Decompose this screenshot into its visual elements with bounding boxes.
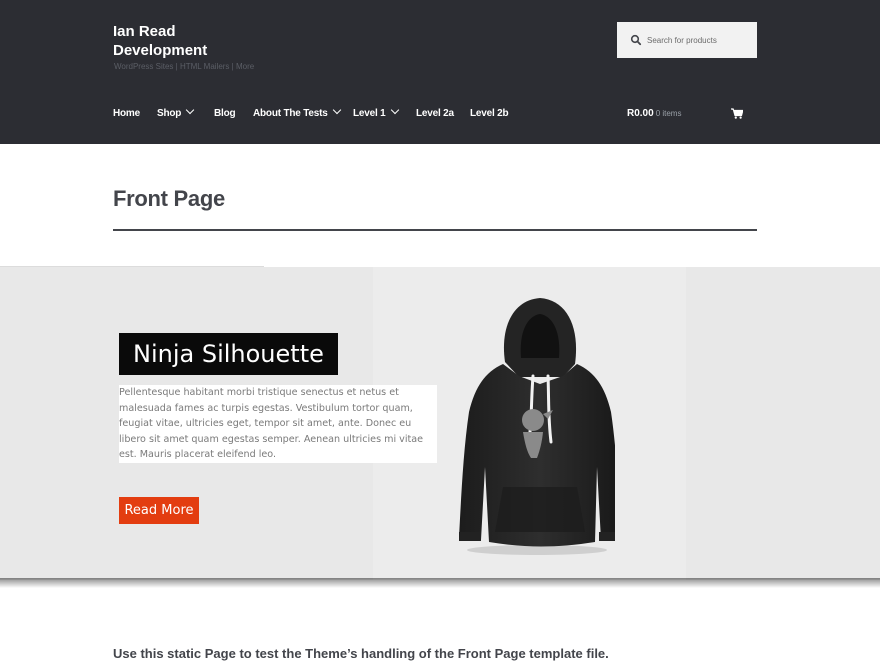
chevron-down-icon xyxy=(390,105,399,115)
cart-icon[interactable] xyxy=(731,108,743,119)
nav-item-level-2b[interactable]: Level 2b xyxy=(470,107,509,121)
search-icon xyxy=(630,34,642,46)
site-header: Ian Read Development WordPress Sites | H… xyxy=(0,0,880,144)
cart-count: 0 items xyxy=(655,109,682,118)
cart-amount: R0.00 xyxy=(627,108,654,119)
read-more-button[interactable]: Read More xyxy=(119,497,199,524)
nav-item-level-2a[interactable]: Level 2a xyxy=(416,107,454,121)
hoodie-image[interactable] xyxy=(445,292,615,557)
nav-item-label: Level 2b xyxy=(470,108,509,119)
nav-item-level-1[interactable]: Level 1 xyxy=(353,105,399,121)
nav-item-label: Level 1 xyxy=(353,108,386,119)
page-title: Front Page xyxy=(113,186,225,211)
nav-item-label: Blog xyxy=(214,108,236,119)
nav-item-label: Shop xyxy=(157,108,182,119)
site-title[interactable]: Ian Read Development xyxy=(113,22,223,60)
nav-item-home[interactable]: Home xyxy=(113,107,140,121)
nav-item-shop[interactable]: Shop xyxy=(157,105,195,121)
title-divider xyxy=(113,229,757,231)
search-input[interactable] xyxy=(645,22,755,58)
intro-text: Use this static Page to test the Theme’s… xyxy=(113,646,609,661)
hero-heading: Ninja Silhouette xyxy=(119,333,338,375)
nav-item-label: Home xyxy=(113,108,140,119)
chevron-down-icon xyxy=(332,105,341,115)
hero-description: Pellentesque habitant morbi tristique se… xyxy=(119,385,437,463)
cart-link[interactable]: R0.00 0 items xyxy=(627,107,681,121)
nav-item-label: About The Tests xyxy=(253,108,328,119)
nav-item-about-the-tests[interactable]: About The Tests xyxy=(253,105,341,121)
nav-item-blog[interactable]: Blog xyxy=(214,107,236,121)
site-tagline: WordPress Sites | HTML Mailers | More xyxy=(114,62,255,71)
chevron-down-icon xyxy=(185,105,195,115)
search-box xyxy=(617,22,757,58)
hero-shadow xyxy=(0,578,880,588)
nav-item-label: Level 2a xyxy=(416,108,454,119)
